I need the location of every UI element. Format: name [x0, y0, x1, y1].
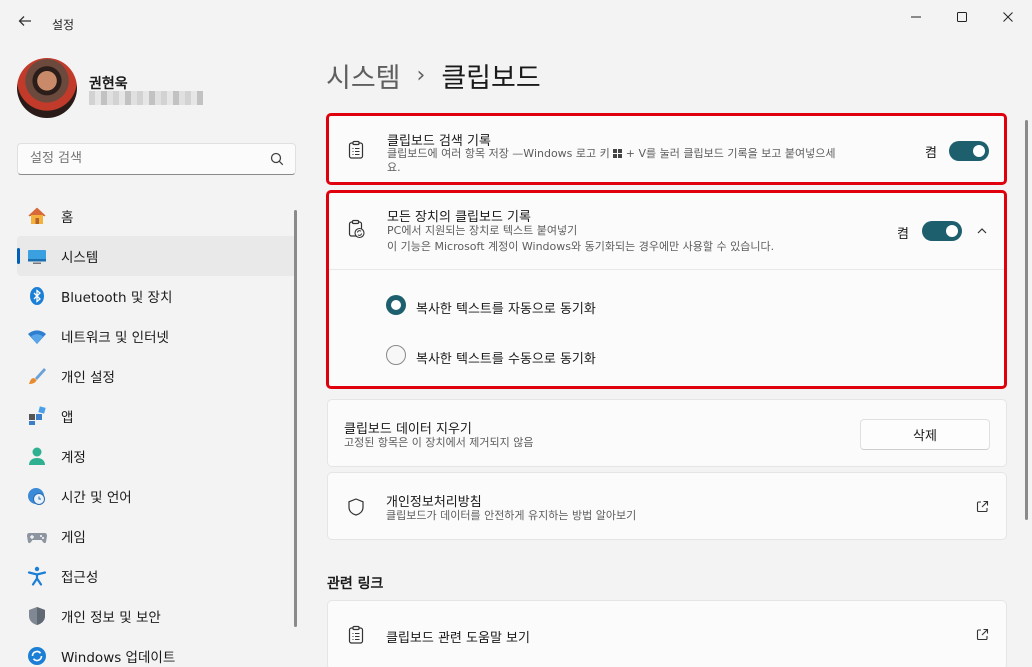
privacy-policy-desc: 클립보드가 데이터를 안전하게 유지하는 방법 알아보기	[386, 509, 637, 522]
back-arrow-icon	[18, 16, 31, 26]
external-link-icon[interactable]	[976, 500, 989, 513]
breadcrumb-parent[interactable]: 시스템	[326, 56, 401, 95]
sidebar-item-bluetooth[interactable]: Bluetooth 및 장치	[17, 276, 296, 316]
desc-text: + V를 눌러 클립보드 기록을 보고 붙여넣으세	[622, 147, 836, 160]
sync-devices-desc: PC에서 지원되는 장치로 텍스트 붙여넣기	[387, 224, 578, 237]
shield-outline-icon	[348, 498, 364, 516]
divider	[329, 269, 1004, 270]
clipboard-sync-icon	[348, 219, 365, 239]
sync-auto-radio[interactable]	[386, 295, 406, 315]
avatar[interactable]	[17, 58, 77, 118]
sidebar-item-windows-update[interactable]: Windows 업데이트	[17, 636, 296, 667]
sidebar-item-label: 홈	[61, 210, 74, 226]
related-links-title: 관련 링크	[327, 576, 384, 592]
sidebar-item-label: 접근성	[61, 570, 99, 586]
search-icon[interactable]	[269, 151, 285, 167]
clipboard-list-icon	[348, 625, 364, 644]
privacy-policy-title: 개인정보처리방침	[386, 495, 482, 510]
clipboard-list-icon	[348, 140, 364, 159]
maximize-button[interactable]	[939, 0, 985, 34]
sidebar-item-privacy-security[interactable]: 개인 정보 및 보안	[17, 596, 296, 636]
breadcrumb: 시스템 › 클립보드	[326, 56, 541, 95]
search-input[interactable]	[30, 151, 260, 166]
clipboard-help-link[interactable]: 클립보드 관련 도움말 보기	[386, 627, 530, 646]
gamepad-icon	[26, 525, 48, 547]
sync-auto-label[interactable]: 복사한 텍스트를 자동으로 동기화	[416, 298, 596, 317]
sidebar-item-label: 계정	[61, 450, 86, 466]
sidebar-item-network[interactable]: 네트워크 및 인터넷	[17, 316, 296, 356]
sidebar-item-label: Bluetooth 및 장치	[61, 290, 173, 306]
minimize-button[interactable]	[893, 0, 939, 34]
sidebar-item-accounts[interactable]: 계정	[17, 436, 296, 476]
desc-text: 클립보드에 여러 항목 저장 —Windows 로고 키	[387, 147, 614, 160]
breadcrumb-separator: ›	[416, 63, 426, 88]
user-email-redacted	[89, 91, 203, 105]
sync-manual-radio[interactable]	[386, 345, 406, 365]
user-name: 권현욱	[89, 76, 128, 92]
clear-clipboard-desc: 고정된 항목은 이 장치에서 제거되지 않음	[344, 436, 534, 449]
close-button[interactable]	[985, 0, 1031, 34]
sidebar-item-label: 개인 설정	[61, 370, 115, 386]
sidebar-item-accessibility[interactable]: 접근성	[17, 556, 296, 596]
accessibility-icon	[26, 565, 48, 587]
desc-text: 요.	[387, 161, 401, 174]
sidebar-item-label: 앱	[61, 410, 74, 426]
clock-globe-icon	[26, 485, 48, 507]
main-scrollbar[interactable]	[1025, 120, 1028, 520]
sidebar-item-label: Windows 업데이트	[61, 650, 176, 666]
sidebar-item-label: 네트워크 및 인터넷	[61, 330, 169, 346]
sidebar-scrollbar[interactable]	[294, 210, 297, 627]
clipboard-history-card: 클립보드 검색 기록 클립보드에 여러 항목 저장 —Windows 로고 키 …	[326, 113, 1007, 185]
sidebar-item-time-language[interactable]: 시간 및 언어	[17, 476, 296, 516]
back-button[interactable]	[10, 8, 40, 34]
sync-manual-label[interactable]: 복사한 텍스트를 수동으로 동기화	[416, 348, 596, 367]
title-bar: 설정	[0, 0, 1032, 40]
brush-icon	[26, 365, 48, 387]
sidebar-item-personalization[interactable]: 개인 설정	[17, 356, 296, 396]
home-icon	[26, 205, 48, 227]
privacy-policy-card[interactable]: 개인정보처리방침 클립보드가 데이터를 안전하게 유지하는 방법 알아보기	[327, 472, 1007, 540]
sidebar-item-label: 시스템	[61, 250, 99, 266]
sync-toggle[interactable]	[922, 221, 962, 241]
sidebar-nav: 홈 시스템 Bluetooth 및 장치 네트워크 및 인터넷 개인 설정 앱	[17, 196, 296, 667]
bluetooth-icon	[26, 285, 48, 307]
shield-icon	[26, 605, 48, 627]
page-title: 클립보드	[441, 63, 541, 94]
sync-devices-card: 모든 장치의 클립보드 기록 PC에서 지원되는 장치로 텍스트 붙여넣기 이 …	[326, 190, 1007, 389]
sync-devices-title: 모든 장치의 클립보드 기록	[387, 210, 531, 225]
app-title: 설정	[52, 18, 75, 32]
minimize-icon	[911, 16, 921, 18]
clear-clipboard-title: 클립보드 데이터 지우기	[344, 422, 472, 437]
close-icon	[1003, 12, 1013, 22]
wifi-icon	[26, 325, 48, 347]
clipboard-history-desc: 클립보드에 여러 항목 저장 —Windows 로고 키 + V를 눌러 클립보…	[387, 147, 897, 175]
clipboard-history-toggle[interactable]	[949, 141, 989, 161]
clear-button[interactable]: 삭제	[860, 419, 990, 450]
sidebar-item-home[interactable]: 홈	[17, 196, 296, 236]
apps-icon	[26, 405, 48, 427]
sidebar-item-system[interactable]: 시스템	[17, 236, 296, 276]
maximize-icon	[957, 12, 967, 22]
sync-toggle-label: 켬	[897, 227, 909, 242]
update-icon	[26, 645, 48, 667]
settings-search[interactable]	[17, 143, 296, 175]
system-icon	[26, 245, 48, 267]
external-link-icon[interactable]	[976, 628, 989, 641]
account-icon	[26, 445, 48, 467]
sidebar-item-apps[interactable]: 앱	[17, 396, 296, 436]
clipboard-history-toggle-label: 켬	[925, 146, 937, 161]
clear-clipboard-card: 클립보드 데이터 지우기 고정된 항목은 이 장치에서 제거되지 않음 삭제	[327, 399, 1007, 467]
chevron-up-icon[interactable]	[976, 225, 988, 237]
sidebar-item-gaming[interactable]: 게임	[17, 516, 296, 556]
sidebar-item-label: 게임	[61, 530, 86, 546]
windows-logo-icon	[613, 149, 623, 158]
sync-devices-note: 이 기능은 Microsoft 계정이 Windows와 동기화되는 경우에만 …	[387, 240, 775, 253]
sidebar-item-label: 개인 정보 및 보안	[61, 610, 161, 626]
sidebar-item-label: 시간 및 언어	[61, 490, 132, 506]
clipboard-help-card[interactable]: 클립보드 관련 도움말 보기	[327, 600, 1007, 667]
